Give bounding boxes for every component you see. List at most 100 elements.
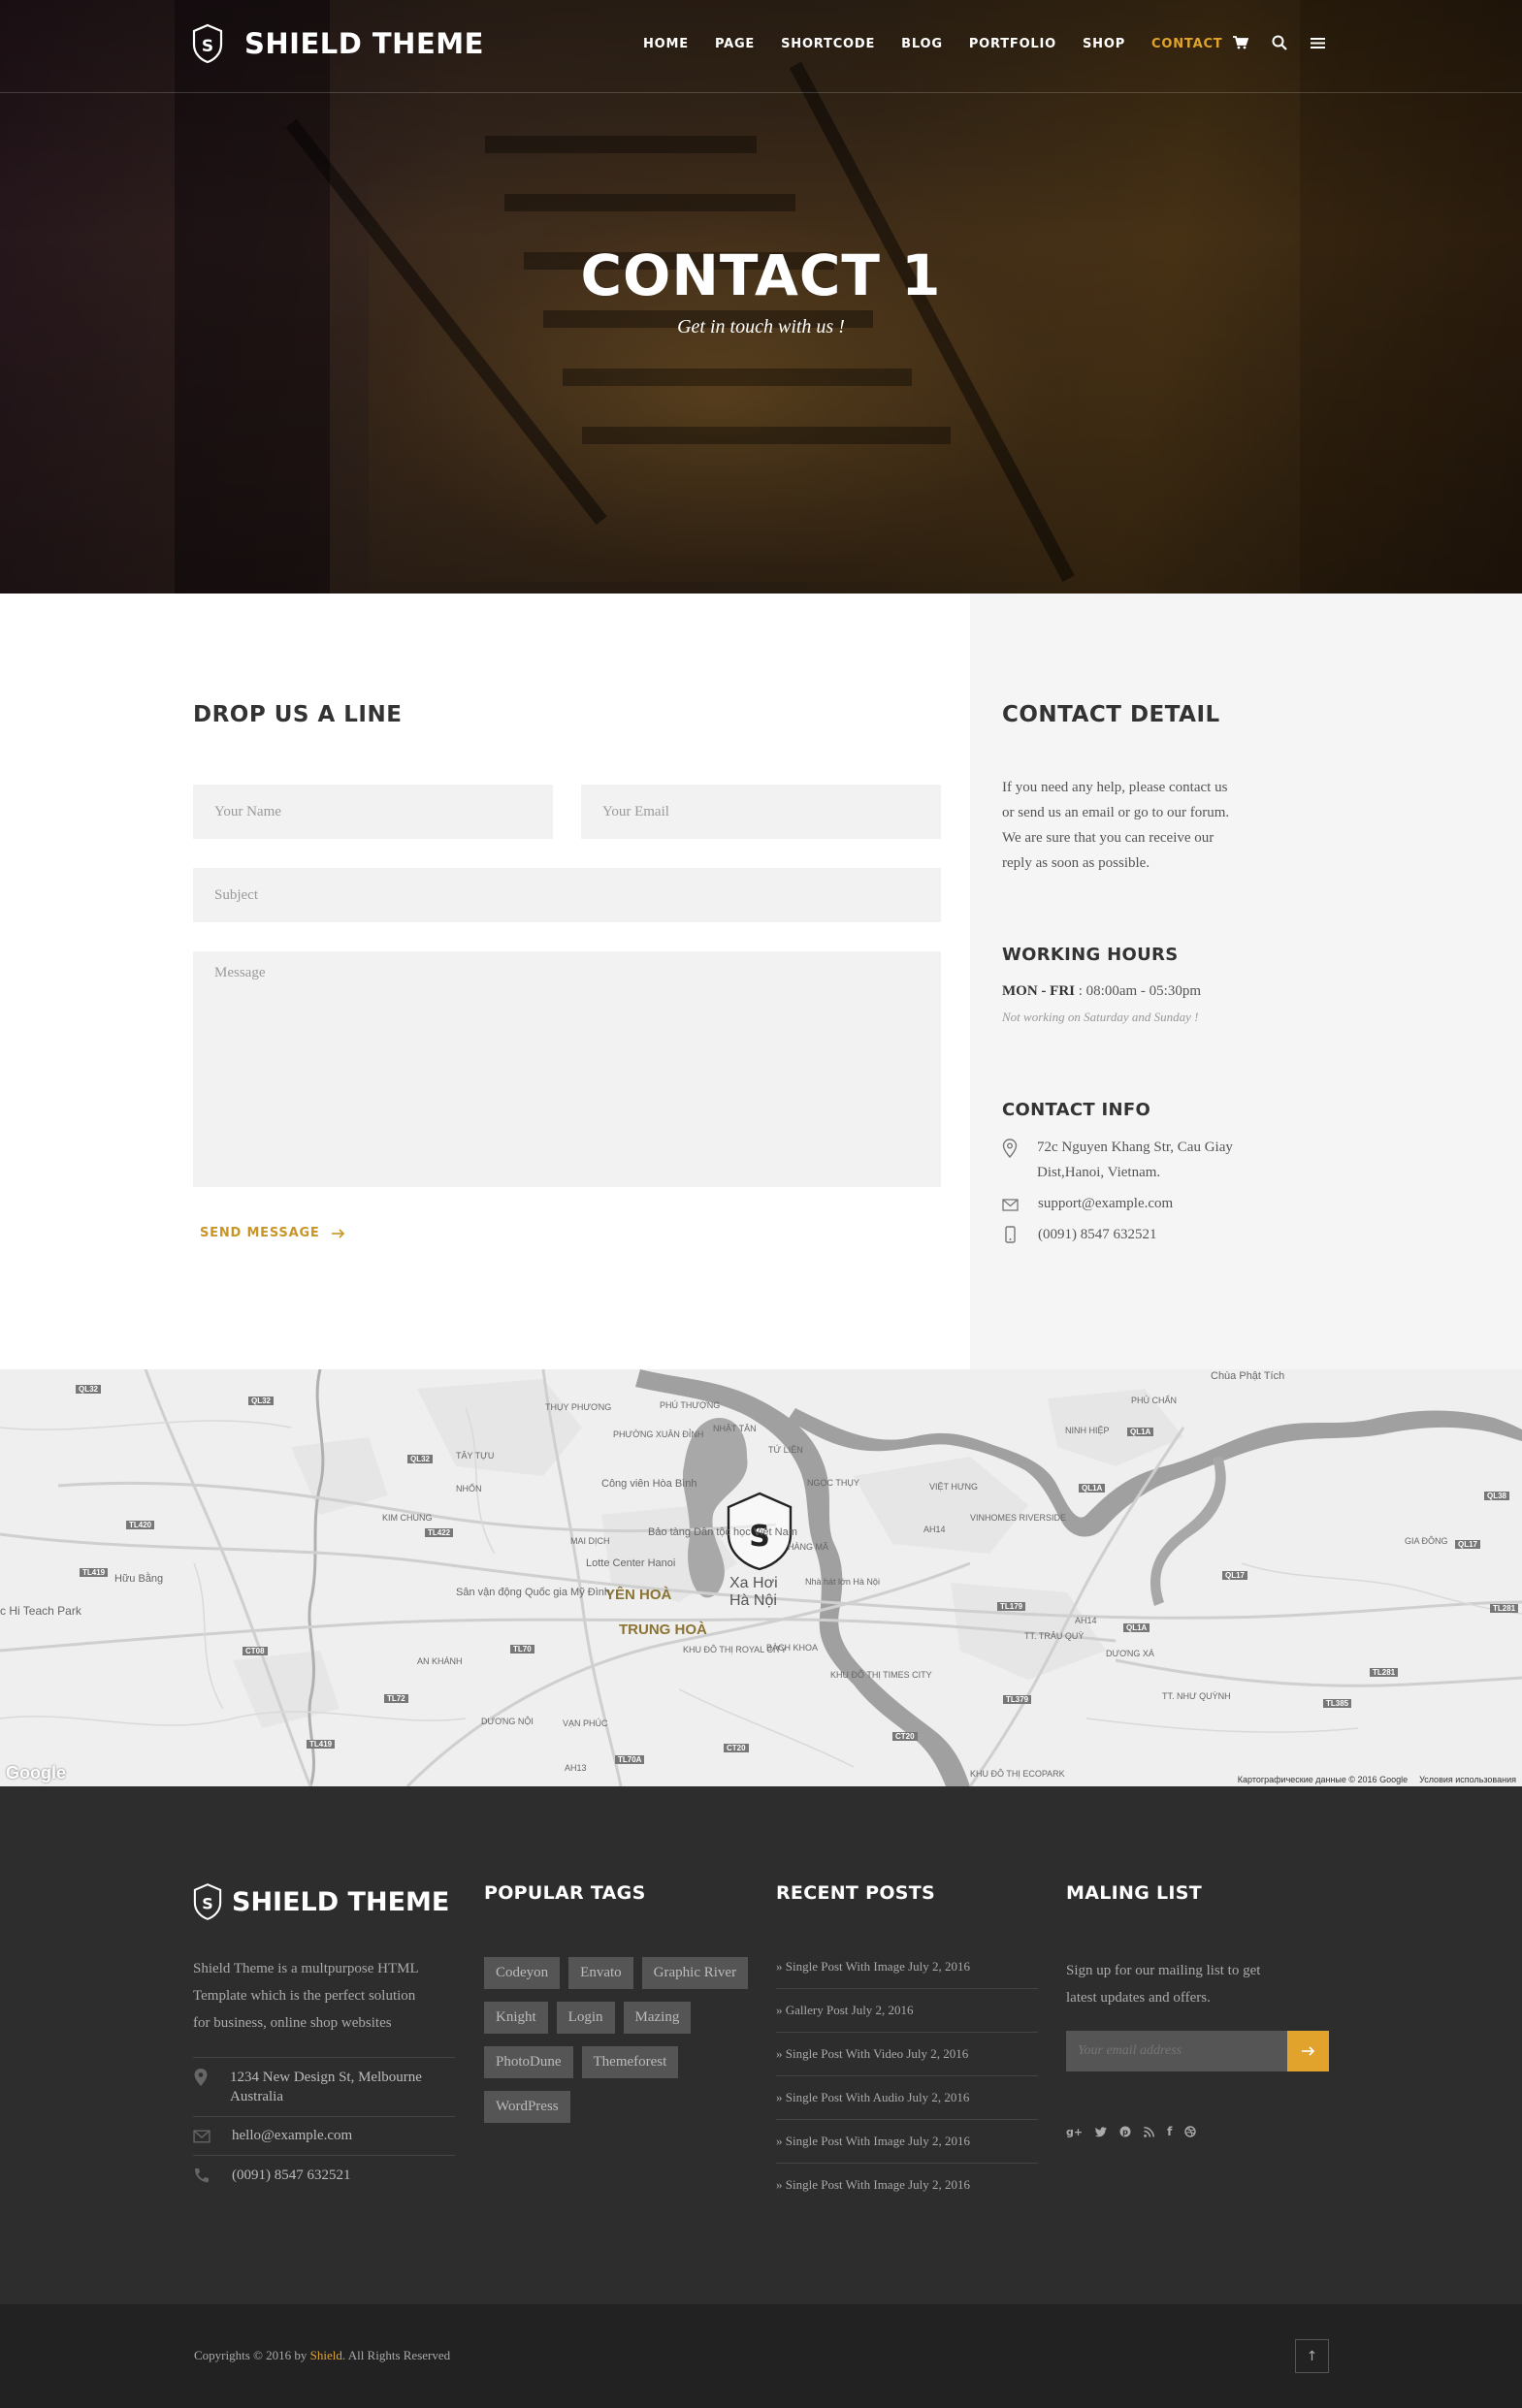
divider bbox=[776, 2032, 1038, 2033]
road-badge: QL17 bbox=[1455, 1540, 1481, 1549]
contact-phone: (0091) 8547 632521 bbox=[1002, 1222, 1157, 1247]
map-label-teach-park: c Hi Teach Park bbox=[0, 1604, 81, 1618]
footer-logo[interactable]: S SHIELD THEME bbox=[193, 1882, 449, 1921]
map-label-duong-xa: DƯƠNG XÁ bbox=[1106, 1649, 1154, 1658]
mobile-phone-icon bbox=[1005, 1226, 1016, 1243]
contact-intro-line: If you need any help, please contact us bbox=[1002, 780, 1228, 795]
newsletter-email-input[interactable] bbox=[1066, 2031, 1287, 2071]
map-label-thuy-phuong: THỤY PHƯƠNG bbox=[545, 1402, 612, 1412]
dribbble-icon[interactable] bbox=[1184, 2126, 1197, 2137]
tag-link[interactable]: Mazing bbox=[623, 2002, 692, 2034]
nav-blog[interactable]: BLOG bbox=[901, 37, 943, 51]
map-label-duong-noi: DƯƠNG NỘI bbox=[481, 1717, 534, 1726]
mailing-list-heading: MALING LIST bbox=[1066, 1882, 1203, 1904]
copyright-brand-link[interactable]: Shield bbox=[310, 2348, 342, 2362]
map-attribution: Картографические данные © 2016 Google Ус… bbox=[1238, 1775, 1516, 1784]
recent-posts-heading: RECENT POSTS bbox=[776, 1882, 936, 1904]
mailing-list-line: latest updates and offers. bbox=[1066, 1990, 1211, 2006]
subject-input[interactable] bbox=[193, 868, 941, 922]
email-input[interactable] bbox=[581, 785, 941, 839]
copyright-prefix: Copyrights © 2016 by bbox=[194, 2348, 310, 2362]
tag-link[interactable]: Themeforest bbox=[581, 2046, 679, 2078]
road-badge: TL379 bbox=[1003, 1695, 1032, 1704]
recent-post-link[interactable]: Single Post With Video July 2, 2016 bbox=[786, 2046, 969, 2061]
send-message-label: SEND MESSAGE bbox=[200, 1226, 320, 1240]
name-input[interactable] bbox=[193, 785, 553, 839]
contact-email-link[interactable]: support@example.com bbox=[1038, 1191, 1173, 1216]
brand-name: SHIELD THEME bbox=[244, 27, 484, 60]
map-terms-link[interactable]: Условия использования bbox=[1419, 1775, 1516, 1784]
site-logo[interactable]: S SHIELD THEME bbox=[192, 23, 484, 64]
working-time: : 08:00am - 05:30pm bbox=[1075, 983, 1201, 999]
tag-link[interactable]: Knight bbox=[484, 2002, 548, 2034]
road-badge: TL72 bbox=[384, 1694, 408, 1703]
menu-icon[interactable] bbox=[1311, 37, 1325, 49]
recent-post-link[interactable]: Single Post With Image July 2, 2016 bbox=[786, 1959, 970, 1974]
social-links: g+ p f bbox=[1066, 2125, 1197, 2138]
pinterest-icon[interactable]: p bbox=[1119, 2126, 1131, 2137]
road-badge: QL1A bbox=[1079, 1484, 1106, 1493]
tag-link[interactable]: Login bbox=[556, 2002, 615, 2034]
back-to-top-button[interactable]: ↑ bbox=[1295, 2339, 1329, 2373]
nav-page[interactable]: PAGE bbox=[715, 37, 755, 51]
working-days: MON - FRI bbox=[1002, 983, 1075, 999]
tag-link[interactable]: Envato bbox=[568, 1957, 633, 1989]
road-badge: TL70A bbox=[615, 1755, 645, 1764]
facebook-icon[interactable]: f bbox=[1167, 2125, 1172, 2138]
nav-home[interactable]: HOME bbox=[643, 37, 689, 51]
road-badge: QL32 bbox=[76, 1385, 102, 1394]
map-label-ecopark: KHU ĐÔ THỊ ECOPARK bbox=[970, 1769, 1065, 1779]
nav-shop[interactable]: SHOP bbox=[1083, 37, 1125, 51]
cart-icon[interactable] bbox=[1233, 36, 1248, 49]
recent-post-item[interactable]: » Single Post With Video July 2, 2016 bbox=[776, 2046, 1038, 2062]
copyright-suffix: . All Rights Reserved bbox=[341, 2348, 451, 2362]
recent-post-link[interactable]: Single Post With Image July 2, 2016 bbox=[786, 2134, 970, 2148]
recent-post-item[interactable]: » Gallery Post July 2, 2016 bbox=[776, 2003, 1038, 2018]
search-icon[interactable] bbox=[1272, 35, 1287, 50]
contact-detail-heading: CONTACT DETAIL bbox=[1002, 702, 1220, 727]
road-badge: TL281 bbox=[1490, 1604, 1519, 1613]
road-badge: CT08 bbox=[243, 1647, 268, 1655]
road-badge: TL281 bbox=[1370, 1668, 1399, 1677]
footer-email-link[interactable]: hello@example.com bbox=[232, 2128, 352, 2144]
nav-portfolio[interactable]: PORTFOLIO bbox=[969, 37, 1056, 51]
working-hours-note: Not working on Saturday and Sunday ! bbox=[1002, 1010, 1199, 1024]
contact-intro: If you need any help, please contact us … bbox=[1002, 775, 1312, 876]
recent-post-link[interactable]: Single Post With Audio July 2, 2016 bbox=[786, 2090, 970, 2104]
hero-banner: S SHIELD THEME HOME PAGE SHORTCODE BLOG … bbox=[0, 0, 1522, 594]
address-line: 72c Nguyen Khang Str, Cau Giay bbox=[1037, 1140, 1233, 1155]
tag-link[interactable]: Graphic River bbox=[641, 1957, 749, 1989]
road-badge: QL1A bbox=[1123, 1623, 1150, 1632]
recent-post-item[interactable]: » Single Post With Image July 2, 2016 bbox=[776, 2177, 1038, 2193]
road-badge: TL422 bbox=[425, 1528, 454, 1537]
map-label-opera: Nhà hát lớn Hà Nội bbox=[805, 1577, 880, 1587]
road-badge: TL419 bbox=[307, 1740, 336, 1749]
recent-post-item[interactable]: » Single Post With Image July 2, 2016 bbox=[776, 2134, 1038, 2149]
map-label-phu-thuong: PHÚ THƯỢNG bbox=[660, 1400, 721, 1410]
nav-contact[interactable]: CONTACT bbox=[1151, 37, 1222, 51]
nav-shortcode[interactable]: SHORTCODE bbox=[781, 37, 875, 51]
contact-email: support@example.com bbox=[1002, 1191, 1173, 1216]
rss-icon[interactable] bbox=[1144, 2126, 1155, 2137]
recent-post-link[interactable]: Gallery Post July 2, 2016 bbox=[786, 2003, 914, 2017]
message-textarea[interactable] bbox=[193, 951, 941, 1187]
footer-email: hello@example.com bbox=[193, 2128, 352, 2144]
send-message-button[interactable]: SEND MESSAGE bbox=[200, 1226, 345, 1240]
tag-link[interactable]: WordPress bbox=[484, 2091, 570, 2123]
recent-post-link[interactable]: Single Post With Image July 2, 2016 bbox=[786, 2177, 970, 2192]
recent-post-item[interactable]: » Single Post With Image July 2, 2016 bbox=[776, 1959, 1038, 1975]
location-map[interactable]: S Xa Hơi Hà Nội YÊN HOÀ TRUNG HOÀ Hữu Bằ… bbox=[0, 1369, 1522, 1786]
divider bbox=[776, 1988, 1038, 1989]
footer-about: Shield Theme is a multpurpose HTML Templ… bbox=[193, 1955, 465, 2037]
newsletter-subscribe-button[interactable] bbox=[1287, 2031, 1329, 2071]
contact-intro-line: or send us an email or go to our forum. bbox=[1002, 805, 1230, 820]
twitter-icon[interactable] bbox=[1095, 2126, 1108, 2137]
map-label-nhon: NHỔN bbox=[456, 1484, 482, 1493]
recent-post-item[interactable]: » Single Post With Audio July 2, 2016 bbox=[776, 2090, 1038, 2105]
google-plus-icon[interactable]: g+ bbox=[1066, 2126, 1083, 2138]
contact-address: 72c Nguyen Khang Str, Cau Giay Dist,Hano… bbox=[1002, 1135, 1233, 1185]
map-label-an-khanh: AN KHÁNH bbox=[417, 1656, 463, 1666]
map-label-xuan-dinh: PHƯỜNG XUÂN ĐỈNH bbox=[613, 1429, 704, 1439]
tag-link[interactable]: Codeyon bbox=[484, 1957, 561, 1989]
tag-link[interactable]: PhotoDune bbox=[484, 2046, 573, 2078]
